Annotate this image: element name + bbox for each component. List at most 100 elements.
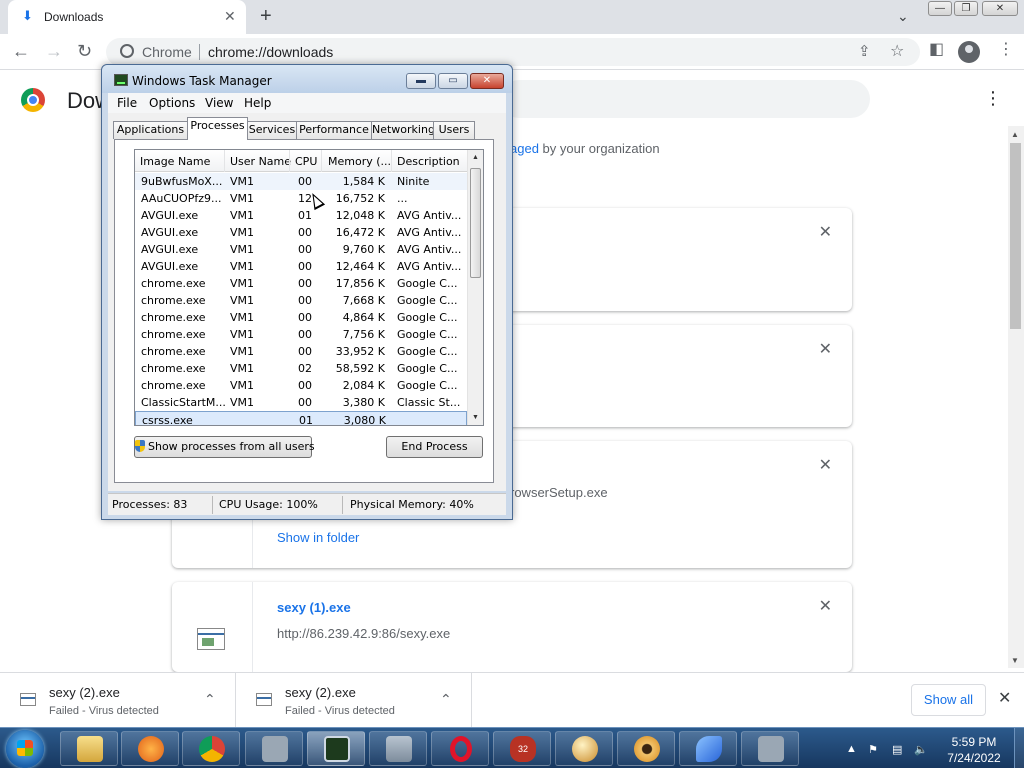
menu-help[interactable]: Help	[244, 96, 271, 110]
reload-icon[interactable]: ↻	[77, 40, 92, 62]
process-list-scrollbar[interactable]: ▲ ▼	[467, 150, 483, 425]
start-button[interactable]	[6, 730, 44, 768]
table-row[interactable]: AAuCUOPfz9... VM1 12 16,752 K...	[135, 190, 467, 207]
tray-expand-icon[interactable]: ▲	[846, 743, 857, 755]
managed-link[interactable]: aged	[510, 141, 539, 156]
table-row[interactable]: chrome.exe VM1 02 58,592 K Google C...	[135, 360, 467, 377]
tab-users[interactable]: Users	[433, 121, 475, 139]
tab-services[interactable]: Services	[247, 121, 297, 139]
table-row[interactable]: chrome.exe VM1 00 7,756 K Google C...	[135, 326, 467, 343]
page-scrollbar-thumb[interactable]	[1010, 143, 1021, 329]
process-list[interactable]: Image Name User Name CPU Memory (... Des…	[134, 149, 484, 426]
taskbar-chrome[interactable]	[182, 731, 240, 766]
network-icon[interactable]: ▤	[892, 743, 902, 756]
table-row[interactable]: ClassicStartM... VM1 00 3,380 K Classic St..…	[135, 394, 467, 411]
browser-menu-icon[interactable]: ⋮	[998, 40, 1014, 60]
remove-download-icon[interactable]: ✕	[819, 341, 832, 359]
show-in-folder-link[interactable]: Show in folder	[277, 530, 359, 545]
taskbar-app-ball[interactable]	[555, 731, 613, 766]
restore-icon[interactable]: ❐	[954, 1, 978, 16]
taskbar-installer[interactable]	[369, 731, 427, 766]
share-icon[interactable]: ⇪	[858, 42, 871, 60]
table-row[interactable]: chrome.exe VM1 00 2,084 K Google C...	[135, 377, 467, 394]
downloads-menu-icon[interactable]: ⋮	[984, 88, 1002, 108]
table-row[interactable]: chrome.exe VM1 00 7,668 K Google C...	[135, 292, 467, 309]
tm-minimize-icon[interactable]: ▬	[406, 73, 436, 89]
show-all-button[interactable]: Show all	[911, 684, 986, 716]
remove-download-icon[interactable]: ✕	[819, 224, 832, 242]
tm-close-icon[interactable]: ✕	[470, 73, 504, 89]
taskbar-app[interactable]	[245, 731, 303, 766]
remove-download-icon[interactable]: ✕	[819, 598, 832, 616]
close-shelf-icon[interactable]: ✕	[998, 690, 1011, 708]
taskbar-app-blue[interactable]	[679, 731, 737, 766]
tab-applications[interactable]: Applications	[113, 121, 188, 139]
col-memory[interactable]: Memory (...	[328, 155, 391, 168]
new-tab-icon[interactable]: +	[260, 5, 272, 27]
col-user-name[interactable]: User Name	[230, 155, 291, 168]
col-description[interactable]: Description	[397, 155, 460, 168]
taskbar-task-manager[interactable]	[307, 731, 365, 766]
back-icon[interactable]: ←	[12, 40, 30, 62]
action-center-icon[interactable]: ⚑	[868, 743, 878, 756]
table-row[interactable]: chrome.exe VM1 00 17,856 K Google C...	[135, 275, 467, 292]
table-row[interactable]: csrss.exe 01 3,080 K	[135, 411, 467, 425]
task-manager-titlebar[interactable]: Windows Task Manager ▬ ▭ ✕	[102, 65, 512, 93]
table-row[interactable]: 9uBwfusMoX... VM1 00 1,584 K Ninite	[135, 173, 467, 190]
menu-file[interactable]: File	[117, 96, 137, 110]
tab-processes[interactable]: Processes	[187, 117, 248, 140]
scroll-down-icon[interactable]: ▼	[472, 414, 479, 421]
taskbar-media-player[interactable]	[121, 731, 179, 766]
table-row[interactable]: AVGUI.exe VM1 00 16,472 K AVG Antiv...	[135, 224, 467, 241]
profile-avatar-icon[interactable]	[958, 41, 980, 63]
process-name: AAuCUOPfz9...	[141, 192, 222, 205]
search-downloads-input[interactable]	[500, 80, 870, 118]
close-window-icon[interactable]: ✕	[982, 1, 1018, 16]
table-row[interactable]: AVGUI.exe VM1 01 12,048 K AVG Antiv...	[135, 207, 467, 224]
table-row[interactable]: AVGUI.exe VM1 00 12,464 K AVG Antiv...	[135, 258, 467, 275]
col-image-name[interactable]: Image Name	[140, 155, 210, 168]
site-info-icon[interactable]	[120, 44, 134, 58]
omnibox-url[interactable]: chrome://downloads	[208, 44, 333, 60]
remove-download-icon[interactable]: ✕	[819, 457, 832, 475]
show-desktop-button[interactable]	[1014, 728, 1024, 768]
forward-icon[interactable]: →	[45, 40, 63, 62]
scroll-down-icon[interactable]: ▼	[1011, 656, 1019, 665]
menu-options[interactable]: Options	[149, 96, 195, 110]
volume-icon[interactable]: 🔈	[914, 743, 928, 756]
shelf-item[interactable]: sexy (2).exe Failed - Virus detected ⌃	[236, 673, 472, 727]
table-row[interactable]: AVGUI.exe VM1 00 9,760 K AVG Antiv...	[135, 241, 467, 258]
col-cpu[interactable]: CPU	[295, 155, 317, 168]
shelf-item-status: Failed - Virus detected	[285, 705, 395, 717]
taskbar-app-eye[interactable]	[617, 731, 675, 766]
side-panel-icon[interactable]: ◧	[929, 40, 944, 60]
scroll-up-icon[interactable]: ▲	[472, 154, 479, 161]
tab-search-chevron-icon[interactable]: ⌄	[897, 8, 909, 25]
show-all-processes-button[interactable]: Show processes from all users	[134, 436, 315, 458]
address-bar[interactable]: Chrome chrome://downloads ⇪ ☆	[106, 38, 920, 66]
chevron-up-icon[interactable]: ⌃	[440, 691, 452, 708]
menu-view[interactable]: View	[205, 96, 233, 110]
taskbar-app[interactable]	[741, 731, 799, 766]
chevron-up-icon[interactable]: ⌃	[204, 691, 216, 708]
tm-maximize-icon[interactable]: ▭	[438, 73, 468, 89]
table-row[interactable]: chrome.exe VM1 00 33,952 K Google C...	[135, 343, 467, 360]
taskbar-app-32[interactable]: 32	[493, 731, 551, 766]
tab-downloads[interactable]: ⬇ Downloads ✕	[8, 0, 246, 34]
tab-performance[interactable]: Performance	[296, 121, 372, 139]
tab-title: Downloads	[44, 10, 104, 24]
shelf-item[interactable]: sexy (2).exe Failed - Virus detected ⌃	[0, 673, 236, 727]
tab-close-icon[interactable]: ✕	[224, 8, 236, 24]
taskbar-explorer[interactable]	[60, 731, 118, 766]
minimize-icon[interactable]: —	[928, 1, 952, 16]
table-row[interactable]: chrome.exe VM1 00 4,864 K Google C...	[135, 309, 467, 326]
download-filename[interactable]: sexy (1).exe	[277, 600, 351, 615]
bookmark-star-icon[interactable]: ☆	[890, 41, 904, 61]
scroll-up-icon[interactable]: ▲	[1011, 130, 1019, 139]
system-clock[interactable]: 5:59 PM 7/24/2022	[944, 734, 1004, 766]
taskbar-opera[interactable]	[431, 731, 489, 766]
tab-networking[interactable]: Networking	[371, 121, 435, 139]
end-process-button[interactable]: End Process	[386, 436, 483, 458]
process-memory: 7,668 K	[342, 294, 385, 307]
process-list-scroll-thumb[interactable]	[470, 168, 481, 278]
